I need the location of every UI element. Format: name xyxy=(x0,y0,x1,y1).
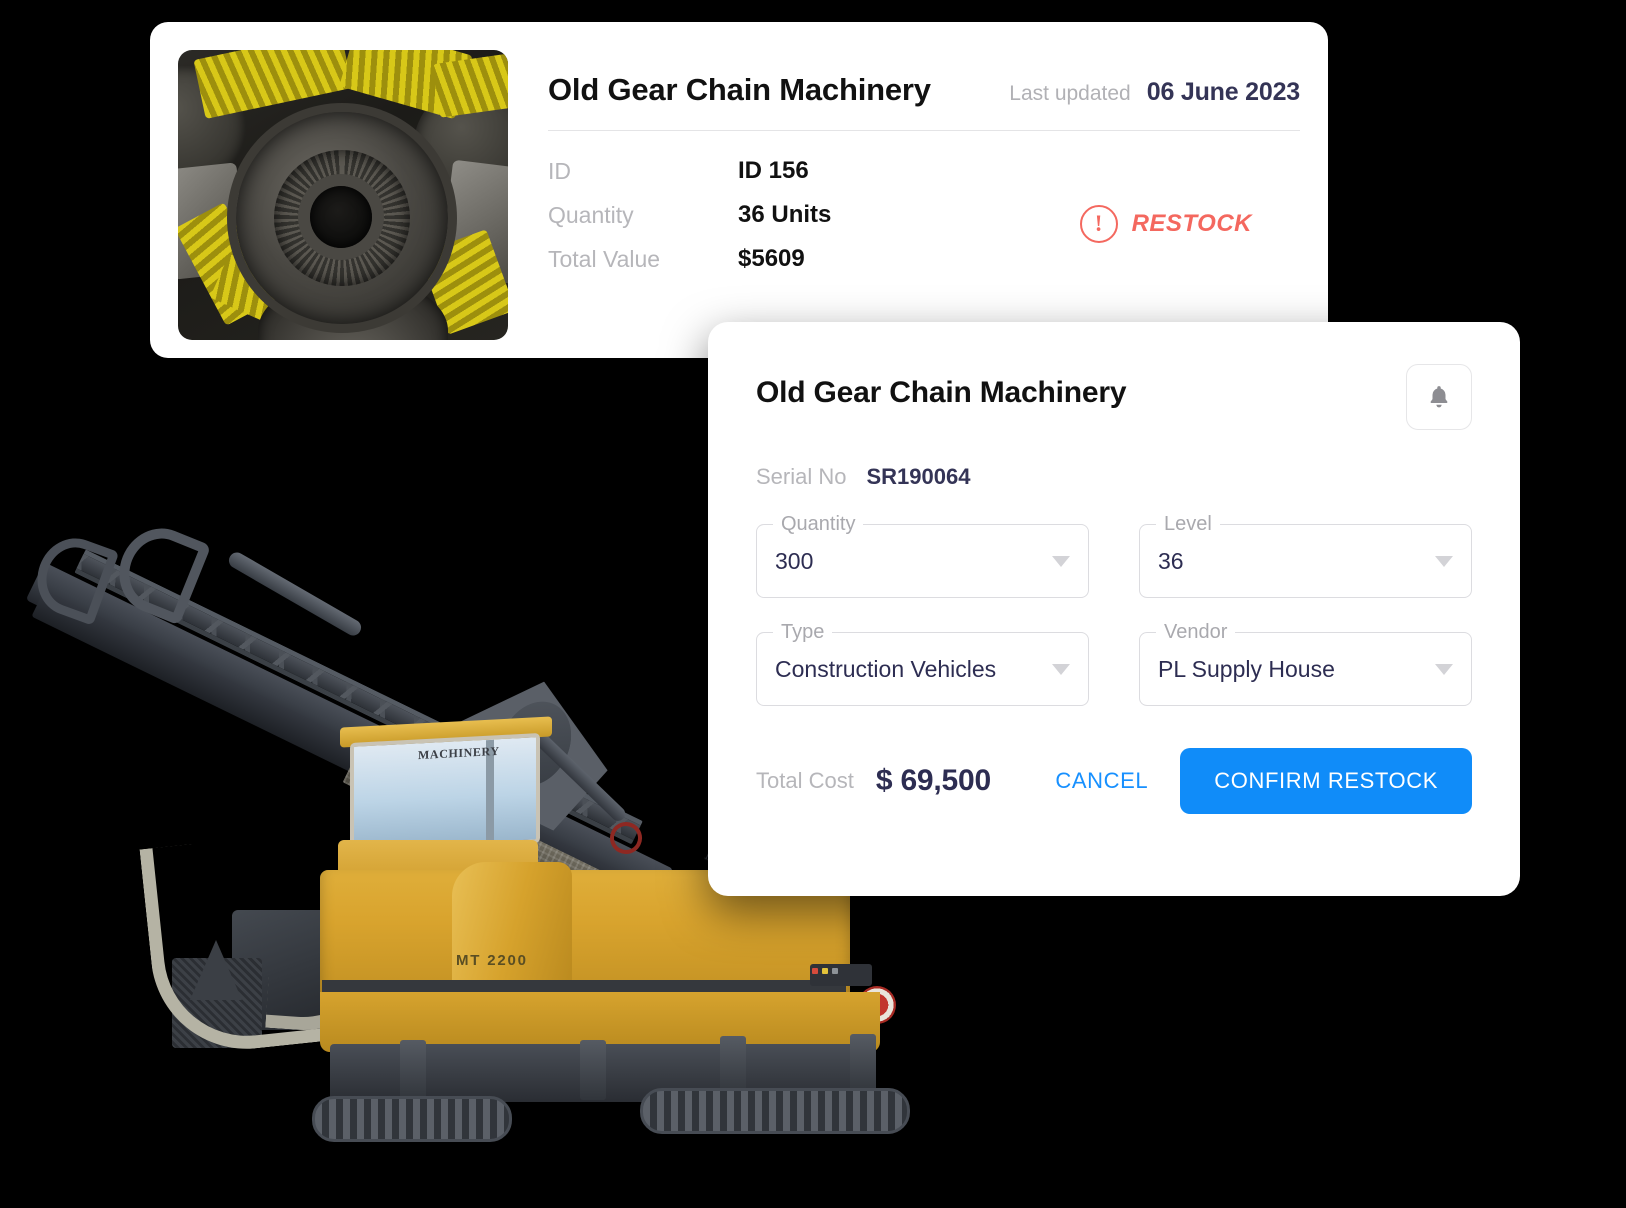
restock-modal: Old Gear Chain Machinery Serial No SR190… xyxy=(708,322,1520,896)
last-updated-label: Last updated xyxy=(1009,82,1131,105)
modal-title: Old Gear Chain Machinery xyxy=(756,376,1127,409)
chevron-down-icon xyxy=(1435,663,1453,675)
control-box xyxy=(810,964,872,986)
quantity-select[interactable]: Quantity 300 xyxy=(756,513,1089,598)
spec-value: 36 Units xyxy=(738,201,832,228)
chevron-down-icon xyxy=(1435,555,1453,567)
level-label: Level xyxy=(1156,513,1220,536)
product-info-card: Old Gear Chain Machinery Last updated 06… xyxy=(150,22,1328,358)
page-title: Old Gear Chain Machinery xyxy=(548,72,931,107)
total-cost-value: $ 69,500 xyxy=(875,764,992,797)
restock-form: Quantity 300 Level 36 Type Construction … xyxy=(756,513,1472,706)
cancel-button[interactable]: CANCEL xyxy=(1037,758,1166,804)
notification-button[interactable] xyxy=(1406,364,1472,430)
chevron-down-icon xyxy=(1052,555,1070,567)
modal-header: Old Gear Chain Machinery xyxy=(756,364,1472,430)
spec-value: $5609 xyxy=(738,245,805,272)
vendor-label: Vendor xyxy=(1156,621,1236,644)
crawler-track-right xyxy=(640,1088,910,1134)
spec-list: ID ID 156 Quantity 36 Units Total Value … xyxy=(548,157,1300,273)
total-cost-label: Total Cost xyxy=(756,768,854,793)
crawler-track-left xyxy=(312,1096,512,1142)
spec-label: ID xyxy=(548,157,571,184)
track-leg xyxy=(400,1040,426,1100)
yellow-gear-shape xyxy=(193,50,353,119)
track-leg xyxy=(720,1036,746,1096)
chevron-down-icon xyxy=(1052,663,1070,675)
hydraulic-cylinder xyxy=(226,549,364,639)
level-select[interactable]: Level 36 xyxy=(1139,513,1472,598)
gear-hub-shape xyxy=(310,186,372,248)
quantity-value: 300 xyxy=(775,547,814,574)
spec-row-id: ID ID 156 xyxy=(548,157,1300,185)
status-badge[interactable]: ! RESTOCK xyxy=(1079,205,1252,243)
vendor-select[interactable]: Vendor PL Supply House xyxy=(1139,621,1472,706)
card-header: Old Gear Chain Machinery Last updated 06… xyxy=(548,72,1300,131)
serial-label: Serial No xyxy=(756,464,847,489)
track-leg xyxy=(850,1034,876,1094)
serial-row: Serial No SR190064 xyxy=(756,464,1472,490)
quantity-label: Quantity xyxy=(773,513,864,536)
spec-value: ID 156 xyxy=(738,157,809,184)
last-updated-value: 06 June 2023 xyxy=(1146,78,1300,106)
level-value: 36 xyxy=(1158,547,1184,574)
type-label: Type xyxy=(773,621,833,644)
status-badge-label: RESTOCK xyxy=(1131,210,1252,237)
spec-label: Total Value xyxy=(548,245,661,272)
confirm-restock-button[interactable]: CONFIRM RESTOCK xyxy=(1180,748,1472,814)
yellow-gear-shape xyxy=(432,52,508,118)
product-thumbnail[interactable] xyxy=(178,50,508,340)
serial-value: SR190064 xyxy=(866,464,971,489)
vendor-value: PL Supply House xyxy=(1158,655,1335,682)
spec-label: Quantity xyxy=(548,201,634,228)
track-leg xyxy=(580,1040,606,1100)
modal-footer: Total Cost $ 69,500 CANCEL CONFIRM RESTO… xyxy=(756,748,1472,814)
spec-row-total-value: Total Value $5609 xyxy=(548,245,1300,273)
alert-circle-icon: ! xyxy=(1079,205,1118,243)
bell-icon xyxy=(1430,386,1448,408)
machine-model-text: MT 2200 xyxy=(456,952,528,969)
type-select[interactable]: Type Construction Vehicles xyxy=(756,621,1089,706)
type-value: Construction Vehicles xyxy=(775,655,997,682)
